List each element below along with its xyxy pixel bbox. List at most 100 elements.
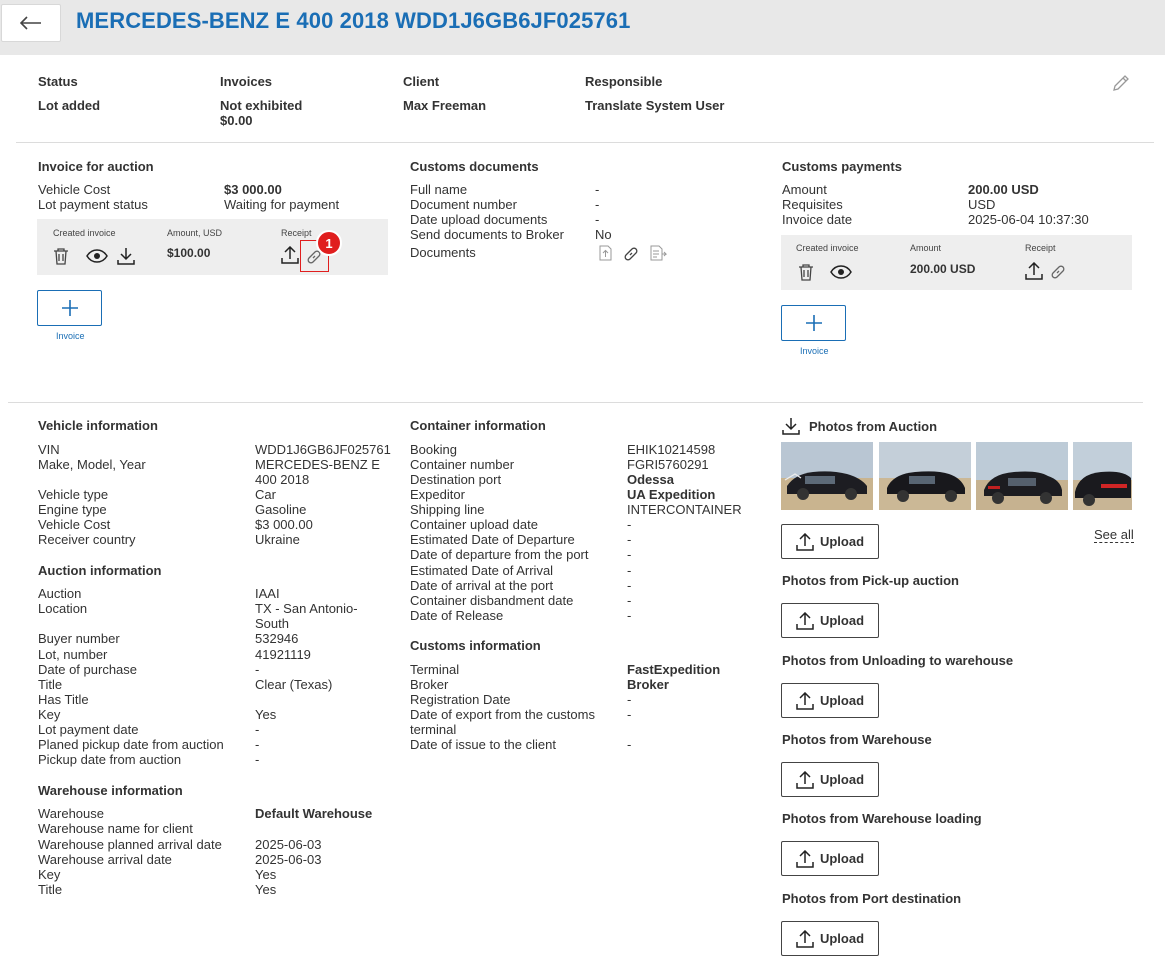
upload-unloading-photos-button[interactable]: Upload — [781, 683, 879, 718]
pickup-date-label: Pickup date from auction — [38, 752, 182, 767]
receiver-country-label: Receiver country — [38, 532, 136, 547]
divider — [8, 402, 1143, 403]
warehouse-planned-value: 2025-06-03 — [255, 837, 322, 852]
eye-icon[interactable] — [85, 248, 109, 264]
upload-icon[interactable] — [1024, 261, 1044, 281]
top-bar: MERCEDES-BENZ E 400 2018 WDD1J6GB6JF0257… — [0, 0, 1165, 55]
step-badge: 1 — [316, 230, 342, 256]
documents-label: Documents — [410, 245, 476, 260]
docs-value: No — [595, 227, 612, 242]
auction-photo[interactable] — [879, 442, 971, 510]
link-icon[interactable] — [1049, 263, 1067, 281]
trash-icon[interactable] — [797, 262, 815, 282]
upload-icon[interactable] — [280, 245, 300, 265]
payment-amount-label: Amount — [782, 182, 827, 197]
client-link[interactable]: Max Freeman — [403, 98, 486, 113]
upload-label: Upload — [819, 613, 865, 628]
download-icon[interactable] — [781, 416, 801, 436]
upload-auction-photos-button[interactable]: Upload — [781, 524, 879, 559]
auction-photo[interactable] — [976, 442, 1068, 510]
trash-icon[interactable] — [52, 246, 70, 266]
add-payment-invoice-button[interactable] — [781, 305, 846, 341]
download-icon[interactable] — [116, 246, 136, 266]
upload-icon — [796, 929, 814, 948]
col-receipt: Receipt — [1025, 243, 1056, 253]
add-payment-invoice-label: Invoice — [800, 346, 829, 356]
container-row-label: Date of arrival at the port — [410, 578, 554, 593]
upload-icon — [796, 532, 814, 551]
planned-pickup-label: Planed pickup date from auction — [38, 737, 224, 752]
lot-payment-label: Lot payment status — [38, 197, 148, 212]
photos-unloading-title: Photos from Unloading to warehouse — [782, 653, 1014, 668]
title-label: Title — [38, 677, 63, 692]
photos-pickup-title: Photos from Pick-up auction — [782, 573, 959, 588]
container-row-label: Estimated Date of Departure — [410, 532, 575, 547]
container-info-title: Container information — [410, 418, 546, 433]
vehicle-info-title: Vehicle information — [38, 418, 158, 433]
see-all-link[interactable]: See all — [1094, 527, 1134, 543]
terminal-link[interactable]: FastExpedition — [627, 662, 720, 677]
responsible-label: Responsible — [585, 74, 663, 89]
photos-warehouse-title: Photos from Warehouse — [782, 732, 932, 747]
lot-payment-value: Waiting for payment — [224, 197, 340, 212]
broker-link[interactable]: Broker — [627, 677, 669, 692]
auction-info-title: Auction information — [38, 563, 162, 578]
warehouse-arrival-value: 2025-06-03 — [255, 852, 322, 867]
upload-port-photos-button[interactable]: Upload — [781, 921, 879, 956]
responsible-link[interactable]: Translate System User — [585, 98, 724, 113]
container-row-value: - — [627, 563, 632, 578]
warehouse-info-title: Warehouse information — [38, 783, 183, 798]
add-invoice-button[interactable] — [37, 290, 102, 326]
warehouse-link[interactable]: Default Warehouse — [255, 806, 372, 821]
back-button[interactable] — [1, 4, 61, 42]
document-upload-icon[interactable] — [597, 244, 613, 262]
payment-amount-value: 200.00 USD — [968, 182, 1039, 197]
registration-date-value: - — [627, 692, 632, 707]
document-send-icon[interactable] — [649, 244, 667, 262]
container-row-value: - — [627, 608, 632, 623]
export-date-label: Date of export from the customs — [410, 707, 595, 722]
invoice-date-label: Invoice date — [782, 212, 853, 227]
plus-icon — [61, 300, 78, 316]
customs-payments-title: Customs payments — [782, 159, 902, 174]
vehicle-cost-value: $3 000.00 — [255, 517, 313, 532]
container-row-label: Container disbandment date — [410, 593, 574, 608]
docs-label: Document number — [410, 197, 517, 212]
upload-warehouse-photos-button[interactable]: Upload — [781, 762, 879, 797]
auction-photo[interactable] — [1073, 442, 1132, 510]
link-icon[interactable] — [622, 245, 640, 263]
export-date-label-cont: terminal — [410, 722, 457, 737]
invoices-value: Not exhibited — [220, 98, 303, 113]
eye-icon[interactable] — [829, 264, 853, 280]
upload-pickup-photos-button[interactable]: Upload — [781, 603, 879, 638]
upload-icon — [796, 691, 814, 710]
location-value: South — [255, 616, 289, 631]
invoice-date-value: 2025-06-04 10:37:30 — [968, 212, 1089, 227]
requisites-label: Requisites — [782, 197, 843, 212]
mmy-label: Make, Model, Year — [38, 457, 146, 472]
docs-label: Date upload documents — [410, 212, 548, 227]
lot-number-label: Lot, number — [38, 647, 108, 662]
status-value: Lot added — [38, 98, 101, 113]
requisites-value: USD — [968, 197, 996, 212]
upload-warehouse-loading-photos-button[interactable]: Upload — [781, 841, 879, 876]
buyer-number-label: Buyer number — [38, 631, 120, 646]
purchase-date-value: - — [255, 662, 260, 677]
expeditor-link[interactable]: UA Expedition — [627, 487, 715, 502]
auction-label: Auction — [38, 586, 82, 601]
auction-photo[interactable] — [781, 442, 873, 510]
col-amount: Amount — [910, 243, 942, 253]
edit-icon[interactable] — [1110, 72, 1132, 94]
booking-link[interactable]: EHIK10214598 — [627, 442, 715, 457]
buyer-number-value: 532946 — [255, 631, 299, 646]
vehicle-cost-value: $3 000.00 — [224, 182, 282, 197]
warehouse-planned-label: Warehouse planned arrival date — [38, 837, 222, 852]
key-value: Yes — [255, 707, 277, 722]
destination-port-link[interactable]: Odessa — [627, 472, 674, 487]
payment-invoice-amount: 200.00 USD — [910, 262, 976, 276]
container-row-label: Date of Release — [410, 608, 504, 623]
warehouse-name-client-label: Warehouse name for client — [38, 821, 193, 836]
container-number-label: Container number — [410, 457, 515, 472]
location-label: Location — [38, 601, 88, 616]
docs-value: - — [595, 197, 600, 212]
